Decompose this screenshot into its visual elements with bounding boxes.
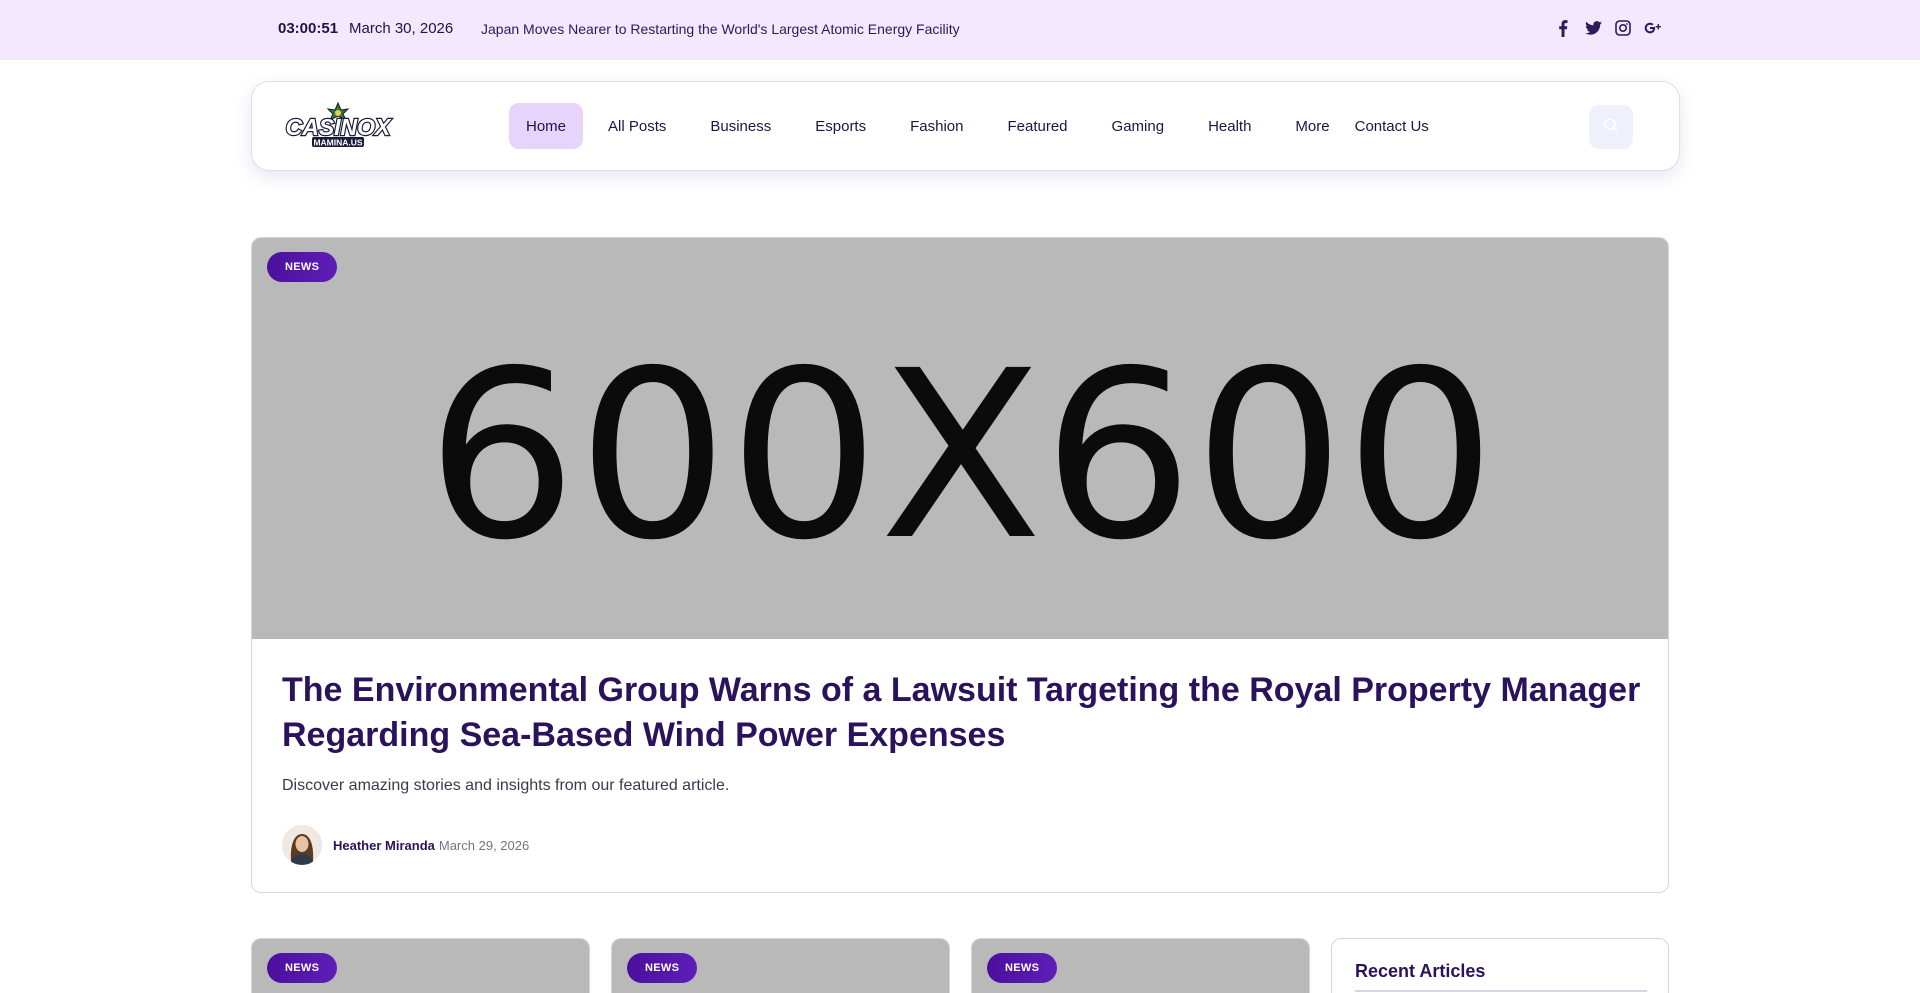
- instagram-icon[interactable]: [1614, 16, 1632, 40]
- news-ticker-link[interactable]: Japan Moves Nearer to Restarting the Wor…: [481, 21, 960, 37]
- nav-business[interactable]: Business: [693, 103, 788, 149]
- featured-title[interactable]: The Environmental Group Warns of a Lawsu…: [282, 668, 1652, 758]
- site-header: CASINOX MAMINA.US Home All Posts Busines…: [251, 81, 1680, 171]
- author-name[interactable]: Heather Miranda: [333, 838, 435, 853]
- site-logo[interactable]: CASINOX MAMINA.US: [282, 101, 394, 151]
- nav-health[interactable]: Health: [1191, 103, 1268, 149]
- facebook-icon[interactable]: [1554, 16, 1572, 40]
- main-nav: Home All Posts Business Esports Fashion …: [509, 103, 1446, 149]
- top-bar: 03:00:51 March 30, 2026 Japan Moves Near…: [0, 0, 1920, 60]
- nav-contact-us[interactable]: Contact Us: [1347, 103, 1446, 149]
- category-badge[interactable]: NEWS: [627, 953, 698, 983]
- twitter-icon[interactable]: [1584, 16, 1602, 40]
- featured-image-placeholder[interactable]: 600X600: [252, 238, 1668, 639]
- google-plus-icon[interactable]: [1644, 16, 1662, 40]
- nav-esports[interactable]: Esports: [798, 103, 883, 149]
- nav-gaming[interactable]: Gaming: [1095, 103, 1182, 149]
- category-badge[interactable]: NEWS: [987, 953, 1058, 983]
- category-badge[interactable]: NEWS: [267, 953, 338, 983]
- social-links: [1554, 16, 1662, 40]
- nav-featured[interactable]: Featured: [990, 103, 1084, 149]
- article-card[interactable]: NEWS: [611, 938, 950, 993]
- current-date: March 30, 2026: [349, 20, 454, 37]
- svg-text:CASINOX: CASINOX: [286, 114, 392, 140]
- title-divider: [1355, 990, 1647, 992]
- category-badge[interactable]: NEWS: [267, 252, 338, 282]
- search-icon: [1603, 117, 1619, 138]
- featured-article[interactable]: 600X600 NEWS The Environmental Group War…: [251, 237, 1669, 893]
- recent-articles-widget: Recent Articles: [1331, 938, 1669, 993]
- post-date: March 29, 2026: [438, 837, 530, 853]
- current-time: 03:00:51: [278, 20, 339, 37]
- image-placeholder-text: 600X600: [426, 321, 1496, 591]
- nav-more[interactable]: More: [1278, 103, 1346, 149]
- article-card[interactable]: NEWS: [251, 938, 590, 993]
- author-avatar: [282, 825, 322, 865]
- recent-articles-title: Recent Articles: [1355, 961, 1486, 981]
- nav-home[interactable]: Home: [509, 103, 584, 149]
- nav-all-posts[interactable]: All Posts: [591, 103, 683, 149]
- svg-text:MAMINA.US: MAMINA.US: [313, 138, 362, 148]
- author-meta: Heather Miranda March 29, 2026: [282, 825, 529, 865]
- nav-fashion[interactable]: Fashion: [893, 103, 980, 149]
- article-card[interactable]: NEWS: [971, 938, 1310, 993]
- search-button[interactable]: [1589, 105, 1633, 149]
- featured-excerpt: Discover amazing stories and insights fr…: [282, 777, 730, 794]
